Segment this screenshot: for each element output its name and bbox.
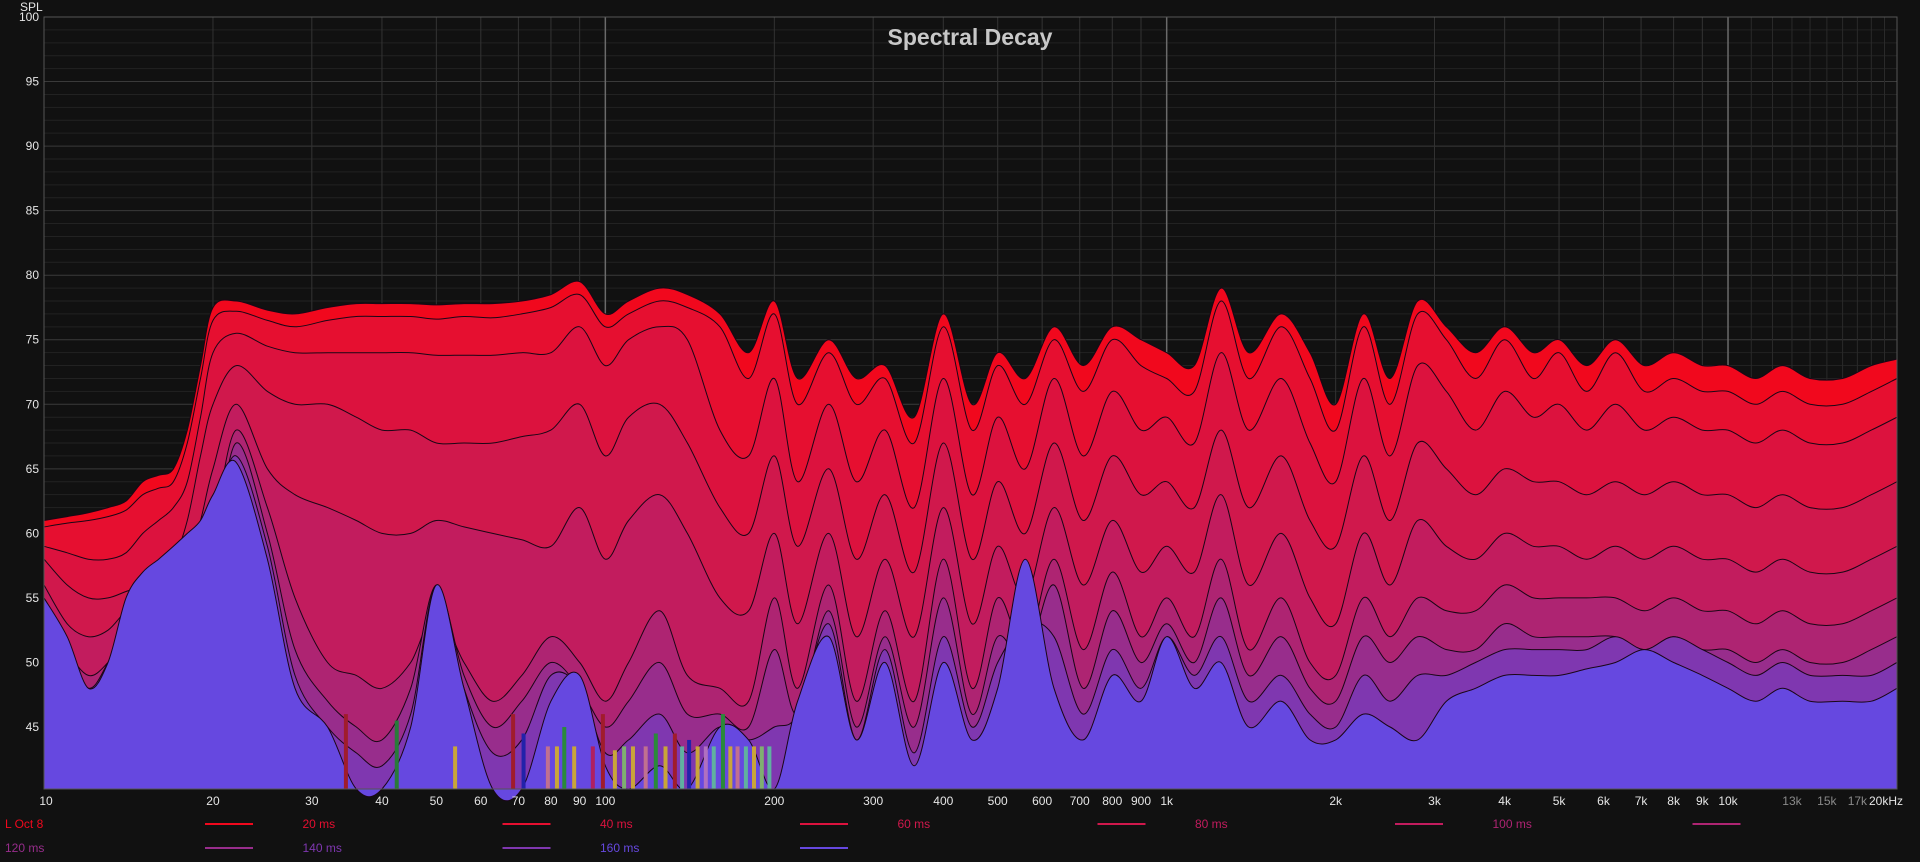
y-tick-label: 100 — [19, 10, 39, 24]
peak-marker — [562, 727, 567, 789]
peak-marker — [711, 746, 716, 789]
x-tick-label: 200 — [764, 794, 784, 808]
x-tick-label: 7k — [1635, 794, 1649, 808]
y-tick-label: 95 — [26, 75, 40, 89]
x-tick-label: 50 — [430, 794, 444, 808]
peak-marker — [728, 746, 733, 789]
peak-marker — [743, 746, 748, 789]
x-tick-label: 30 — [305, 794, 319, 808]
x-tick-label: 100 — [595, 794, 615, 808]
peak-marker — [521, 733, 526, 789]
x-tick-label: 600 — [1032, 794, 1052, 808]
peak-marker — [735, 746, 740, 789]
legend-label: 60 ms — [898, 817, 931, 831]
x-tick-label: 80 — [544, 794, 558, 808]
peak-marker — [643, 746, 648, 789]
peak-marker — [759, 746, 764, 789]
legend-label: 160 ms — [600, 841, 639, 855]
peak-marker — [600, 714, 605, 789]
x-tick-label: 1k — [1160, 794, 1174, 808]
legend-label: 20 ms — [303, 817, 336, 831]
peak-marker — [622, 746, 627, 789]
legend-label: 140 ms — [303, 841, 342, 855]
x-tick-label: 2k — [1329, 794, 1343, 808]
peak-marker — [545, 746, 550, 789]
y-tick-label: 85 — [26, 204, 40, 218]
peak-marker — [767, 746, 772, 789]
chart-title: Spectral Decay — [888, 24, 1053, 50]
x-tick-label: 20kHz — [1869, 794, 1903, 808]
peak-marker — [672, 733, 677, 789]
legend-label: 120 ms — [5, 841, 44, 855]
peak-marker — [703, 746, 708, 789]
peak-marker — [630, 746, 635, 789]
x-tick-label: 70 — [512, 794, 526, 808]
peak-marker — [612, 750, 617, 789]
x-tick-label: 5k — [1553, 794, 1567, 808]
x-tick-label: 8k — [1667, 794, 1681, 808]
x-tick-label: 9k — [1696, 794, 1710, 808]
x-tick-label: 900 — [1131, 794, 1151, 808]
peak-marker — [453, 746, 458, 789]
x-tick-label: 6k — [1597, 794, 1611, 808]
peak-marker — [751, 746, 756, 789]
x-tick-label: 90 — [573, 794, 587, 808]
x-tick-label: 3k — [1428, 794, 1442, 808]
x-tick-label: 17k — [1848, 794, 1868, 808]
x-tick-label: 13k — [1782, 794, 1802, 808]
peak-marker — [687, 739, 692, 789]
y-tick-label: 80 — [26, 268, 40, 282]
y-tick-label: 60 — [26, 526, 40, 540]
x-tick-label: 10 — [39, 794, 53, 808]
x-tick-label: 300 — [863, 794, 883, 808]
peak-marker — [720, 714, 725, 789]
peak-marker — [695, 746, 700, 789]
legend-label: 80 ms — [1195, 817, 1228, 831]
x-tick-label: 15k — [1817, 794, 1837, 808]
peak-marker — [590, 746, 595, 789]
x-tick-label: 60 — [474, 794, 488, 808]
peak-marker — [511, 714, 516, 789]
x-tick-label: 10k — [1718, 794, 1738, 808]
y-tick-label: 45 — [26, 720, 40, 734]
peak-marker — [663, 746, 668, 789]
y-tick-label: 70 — [26, 397, 40, 411]
spectral-decay-chart: Spectral Decay SPL 100959085807570656055… — [0, 0, 1920, 862]
y-tick-label: 55 — [26, 591, 40, 605]
x-tick-label: 40 — [375, 794, 389, 808]
peak-marker — [554, 746, 559, 789]
x-tick-label: 4k — [1498, 794, 1512, 808]
x-tick-label: 700 — [1070, 794, 1090, 808]
y-tick-label: 65 — [26, 462, 40, 476]
legend-label: 40 ms — [600, 817, 633, 831]
peak-marker — [394, 720, 399, 789]
peak-marker — [653, 733, 658, 789]
x-tick-label: 500 — [988, 794, 1008, 808]
peak-marker — [572, 746, 577, 789]
legend-label: 100 ms — [1493, 817, 1532, 831]
y-tick-label: 90 — [26, 139, 40, 153]
y-tick-label: 75 — [26, 333, 40, 347]
x-tick-label: 800 — [1102, 794, 1122, 808]
peak-marker — [680, 746, 685, 789]
x-tick-label: 20 — [206, 794, 220, 808]
legend-label: L Oct 8 — [5, 817, 44, 831]
peak-marker — [343, 714, 348, 789]
x-tick-label: 400 — [933, 794, 953, 808]
y-tick-label: 50 — [26, 655, 40, 669]
